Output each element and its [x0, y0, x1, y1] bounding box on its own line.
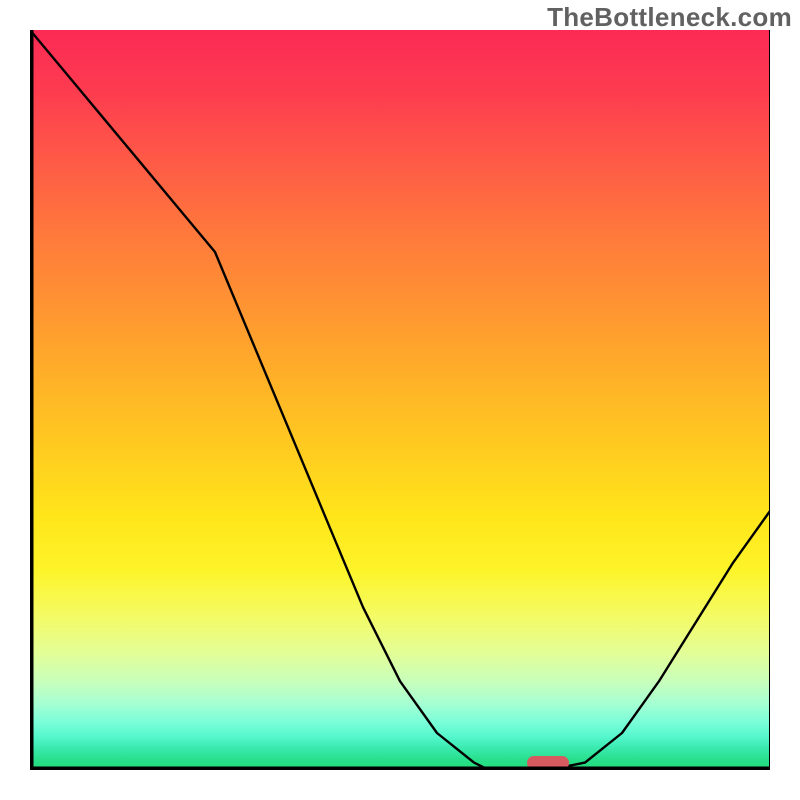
watermark-text: TheBottleneck.com	[547, 2, 792, 33]
trough-marker	[527, 756, 569, 770]
bottleneck-curve	[30, 30, 770, 770]
plot-area	[30, 30, 770, 770]
chart-container: TheBottleneck.com	[0, 0, 800, 800]
